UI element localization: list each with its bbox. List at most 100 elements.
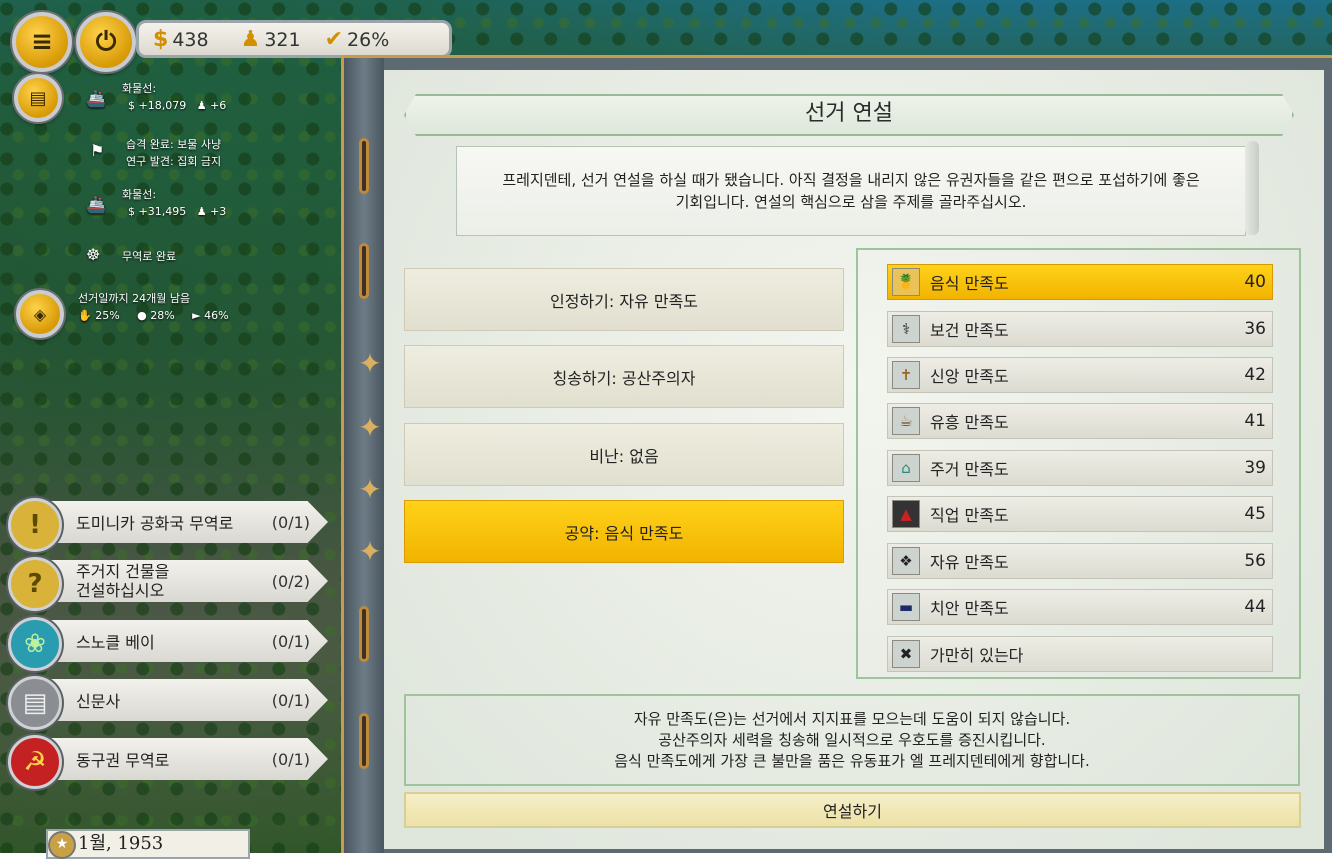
topic-label: 신앙 만족도 <box>930 367 1009 386</box>
speech-option-promise[interactable]: 공약: 음식 만족도 <box>404 500 844 563</box>
quest-item[interactable]: ▤ 신문사 (0/1) <box>8 676 328 730</box>
election-countdown: 선거일까지 24개월 남음 ✋ 25% ● 28% ► 46% <box>78 292 229 322</box>
compass-star-icon: ✦ <box>358 411 382 444</box>
quest-count: (0/1) <box>271 631 310 651</box>
option-label: 인정하기: 자유 만족도 <box>549 291 699 311</box>
topic-religion[interactable]: ✝ 신앙 만족도 42 <box>887 357 1273 393</box>
topic-label: 주거 만족도 <box>930 460 1009 479</box>
topic-label: 직업 만족도 <box>930 506 1009 525</box>
cross-icon: ✝ <box>892 361 920 389</box>
person-icon: ♟ <box>240 26 261 52</box>
compass-star-icon: ✦ <box>358 347 382 380</box>
quest-label: 신문사 <box>76 692 121 711</box>
power-button[interactable]: ⏻ <box>76 12 136 72</box>
quest-count: (0/1) <box>271 512 310 532</box>
ship-wheel-icon: ☸ <box>86 245 101 264</box>
give-speech-button[interactable]: 연설하기 <box>404 792 1301 828</box>
ship-icon: 🚢 <box>86 89 106 108</box>
topic-value: 36 <box>1244 319 1266 339</box>
topic-list: 🍍 음식 만족도 40 ⚕ 보건 만족도 36 ✝ 신앙 만족도 42 ☕ 유흥… <box>856 248 1301 679</box>
feed-people: +6 <box>210 99 227 112</box>
feed-money: +18,079 <box>138 99 187 112</box>
topic-housing[interactable]: ⌂ 주거 만족도 39 <box>887 450 1273 486</box>
resource-bar: $438 ♟ 321 ✔ 26% <box>136 20 452 58</box>
overview-button[interactable]: ▤ <box>14 74 62 122</box>
dialog-title: 선거 연설 <box>404 94 1294 136</box>
feed-item-freighter-1[interactable]: 🚢 화물선: $ +18,079 ♟ +6 <box>86 80 226 114</box>
topic-value: 56 <box>1244 551 1266 571</box>
police-cap-icon: ▬ <box>892 593 920 621</box>
star-icon: ★ <box>48 831 76 859</box>
exclamation-icon: ! <box>8 498 62 552</box>
binder-ring <box>359 606 369 662</box>
feed-item-raid[interactable]: ⚑ 습격 완료: 보물 사냥 연구 발견: 집회 금지 <box>90 136 221 170</box>
population-counter: ♟ 321 <box>240 26 301 52</box>
money-counter: $438 <box>153 26 209 52</box>
stethoscope-icon: ⚕ <box>892 315 920 343</box>
election-vote-1: 25% <box>95 309 120 322</box>
topic-jobs[interactable]: ▲ 직업 만족도 45 <box>887 496 1273 532</box>
election-countdown-text: 선거일까지 24개월 남음 <box>78 292 191 305</box>
topic-health[interactable]: ⚕ 보건 만족도 36 <box>887 311 1273 347</box>
dollar-icon: $ <box>153 26 169 52</box>
topic-value: 40 <box>1244 272 1266 292</box>
feed-line: 연구 발견: 집회 금지 <box>126 155 222 168</box>
newspaper-icon: ▤ <box>8 676 62 730</box>
speech-option-denounce[interactable]: 비난: 없음 <box>404 423 844 486</box>
topic-food[interactable]: 🍍 음식 만족도 40 <box>887 264 1273 300</box>
election-vote-2: 28% <box>150 309 175 322</box>
compass-star-icon: ✦ <box>358 473 382 506</box>
suit-icon: ▲ <box>892 500 920 528</box>
binder-ring <box>359 243 369 299</box>
quest-label: 스노클 베이 <box>76 633 155 652</box>
feed-money: +31,495 <box>138 205 187 218</box>
topic-value: 39 <box>1244 458 1266 478</box>
stack-icon: ▤ <box>29 87 47 109</box>
quest-item[interactable]: ! 도미니카 공화국 무역로 (0/1) <box>8 498 328 552</box>
give-speech-label: 연설하기 <box>823 802 882 821</box>
feed-item-trade-route[interactable]: ☸ 무역로 완료 <box>86 245 176 265</box>
topic-liberty[interactable]: ❖ 자유 만족도 56 <box>887 543 1273 579</box>
leaf-icon: ❀ <box>8 617 62 671</box>
hamburger-icon: ≡ <box>31 27 53 57</box>
topic-safety[interactable]: ▬ 치안 만족도 44 <box>887 589 1273 625</box>
topic-value: 41 <box>1244 411 1266 431</box>
quest-item[interactable]: ? 주거지 건물을 건설하십시오 (0/2) <box>8 557 328 611</box>
menu-button[interactable]: ≡ <box>12 12 72 72</box>
quest-label: 도미니카 공화국 무역로 <box>76 514 234 533</box>
coconut-drink-icon: ☕ <box>892 407 920 435</box>
intro-scroll: 프레지덴테, 선거 연설을 하실 때가 됐습니다. 아직 결정을 내리지 않은 … <box>456 141 1259 236</box>
pineapple-icon: 🍍 <box>892 268 920 296</box>
feed-line: 습격 완료: 보물 사냥 <box>126 138 222 151</box>
topic-do-nothing[interactable]: ✖ 가만히 있는다 <box>887 636 1273 672</box>
topic-entertainment[interactable]: ☕ 유흥 만족도 41 <box>887 403 1273 439</box>
quest-item[interactable]: ☭ 동구권 무역로 (0/1) <box>8 735 328 789</box>
topic-label: 가만히 있는다 <box>930 646 1024 665</box>
compass-star-icon: ✦ <box>358 535 382 568</box>
info-line: 자유 만족도(은)는 선거에서 지지표를 모으는데 도움이 되지 않습니다. <box>633 709 1071 728</box>
option-label: 칭송하기: 공산주의자 <box>552 368 696 388</box>
topic-label: 자유 만족도 <box>930 553 1009 572</box>
binder-ring <box>359 713 369 769</box>
ship-icon: 🚢 <box>86 195 106 214</box>
hammer-sickle-icon: ☭ <box>8 735 62 789</box>
feed-item-freighter-2[interactable]: 🚢 화물선: $ +31,495 ♟ +3 <box>86 186 226 220</box>
flag-icon: ⚑ <box>90 141 105 160</box>
option-label: 비난: 없음 <box>589 446 659 466</box>
election-button[interactable]: ◈ <box>16 290 64 338</box>
quest-count: (0/1) <box>271 749 310 769</box>
power-icon: ⏻ <box>95 26 117 57</box>
speech-option-acknowledge[interactable]: 인정하기: 자유 만족도 <box>404 268 844 331</box>
topic-value: 45 <box>1244 504 1266 524</box>
binder-ring <box>359 138 369 194</box>
election-vote-3: 46% <box>204 309 229 322</box>
speech-option-praise[interactable]: 칭송하기: 공산주의자 <box>404 345 844 408</box>
quest-label: 동구권 무역로 <box>76 751 170 770</box>
quest-item[interactable]: ❀ 스노클 베이 (0/1) <box>8 617 328 671</box>
info-line: 공산주의자 세력을 칭송해 일시적으로 우호도를 증진시킵니다. <box>658 730 1046 749</box>
check-badge-icon: ✔ <box>324 26 344 52</box>
question-icon: ? <box>8 557 62 611</box>
intro-text: 프레지덴테, 선거 연설을 하실 때가 됐습니다. 아직 결정을 내리지 않은 … <box>502 171 1200 211</box>
option-label: 공약: 음식 만족도 <box>564 523 684 543</box>
quest-label: 주거지 건물을 건설하십시오 <box>76 562 170 600</box>
